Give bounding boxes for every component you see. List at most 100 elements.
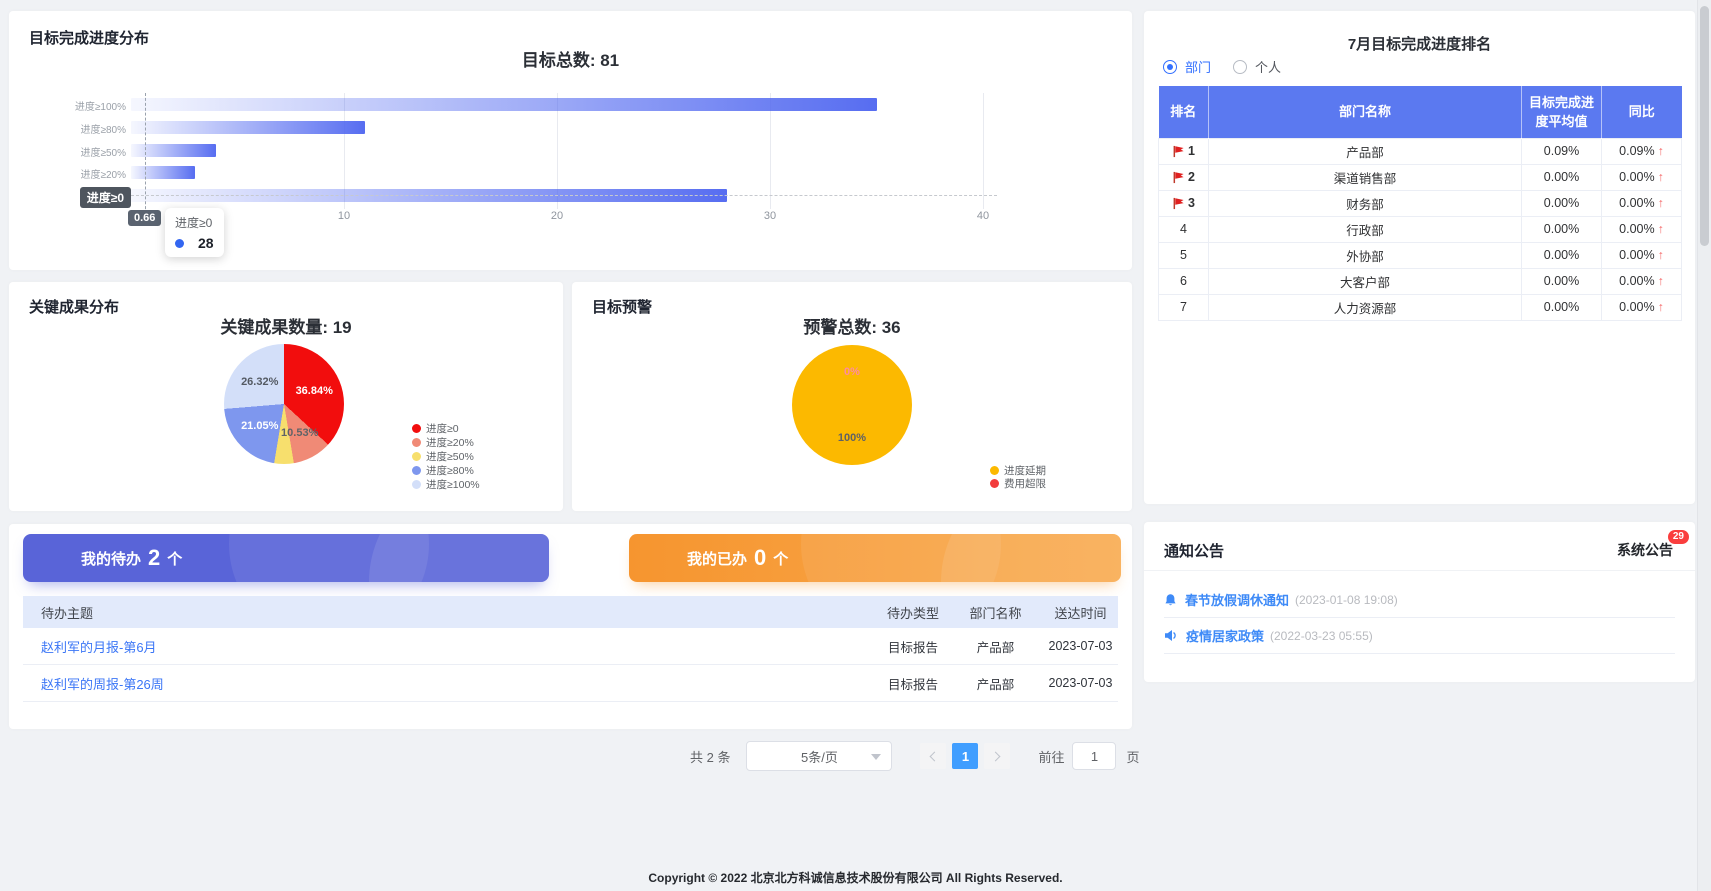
legend-dot-icon [990,466,999,475]
tooltip-value: 28 [198,235,214,251]
page-size-value: 5条/页 [801,747,838,766]
legend-item[interactable]: 进度延期 [990,464,1046,476]
avg-cell: 0.00% [1522,216,1602,242]
goal_warning-pie[interactable] [792,345,912,465]
todo-date: 2023-07-03 [1043,676,1118,690]
todo-subject-link[interactable]: 赵利军的月报-第6月 [23,637,878,656]
col-dept: 部门名称 [948,603,1043,622]
rank-cell: 4 [1159,216,1209,242]
ranking-row: 6大客户部0.00%0.00%↑ [1159,268,1682,294]
ranking-row: 5外协部0.00%0.00%↑ [1159,242,1682,268]
legend-dot-icon [412,466,421,475]
y-axis-label: 进度≥100% [31,98,126,113]
avg-cell: 0.00% [1522,294,1602,320]
bar[interactable] [131,144,216,157]
legend-label: 进度≥80% [426,463,474,478]
scrollbar-thumb[interactable] [1700,6,1709,246]
todo-table-header: 待办主题 待办类型 部门名称 送达时间 [23,596,1118,628]
flag-icon [1172,171,1185,184]
todo-dept: 产品部 [948,674,1043,693]
yoy-cell: 0.00%↑ [1602,216,1682,242]
avg-cell: 0.09% [1522,138,1602,164]
notice-item[interactable]: 疫情居家政策(2022-03-23 05:55) [1164,618,1675,654]
legend-label: 进度≥0 [426,421,459,436]
goal-progress-panel: 目标完成进度分布 目标总数: 81 10203040进度≥100%进度≥80%进… [9,11,1132,270]
copyright-footer: Copyright © 2022 北京北方科诚信息技术股份有限公司 All Ri… [0,869,1711,886]
prev-page-button[interactable] [920,743,946,769]
key-results-pie-chart[interactable]: 36.84% 10.53%21.05% 26.32% 进度≥0进度≥20% 进度≥50%… [9,282,563,511]
scrollbar[interactable] [1697,0,1711,891]
bar[interactable] [131,121,365,134]
y-axis-label: 进度≥80% [31,121,126,136]
axis-pointer-line [145,93,146,219]
notice-link[interactable]: 春节放假调休通知 [1185,590,1289,609]
legend-dot-icon [412,424,421,433]
bar[interactable] [131,98,877,111]
todo-subject-link[interactable]: 赵利军的周报-第26周 [23,674,878,693]
chart-tooltip: 进度≥0 28 [165,208,224,257]
done-label: 我的已办 [687,548,747,569]
legend-item[interactable]: 进度≥50% [412,450,474,462]
trend-up-icon: ↑ [1658,222,1664,236]
legend-item[interactable]: 进度≥0 [412,422,459,434]
ranking-row: 1产品部0.09%0.09%↑ [1159,138,1682,164]
avg-cell: 0.00% [1522,190,1602,216]
yoy-cell: 0.00%↑ [1602,242,1682,268]
todo-row: 赵利军的周报-第26周目标报告产品部2023-07-03 [23,665,1118,702]
ranking-filter-group: 部门 个人 [1163,57,1303,76]
notice-item[interactable]: 春节放假调休通知 (2023-01-08 19:08) [1164,582,1675,618]
legend-dot-icon [990,479,999,488]
ranking-row: 3财务部0.00%0.00%↑ [1159,190,1682,216]
dept-cell: 行政部 [1209,216,1522,242]
radio-label: 部门 [1185,57,1211,76]
ranking-table: 排名 部门名称 目标完成进度平均值 同比 1产品部0.09%0.09%↑2渠道销… [1158,86,1682,321]
yoy-cell: 0.00%↑ [1602,294,1682,320]
unread-count-badge: 29 [1668,530,1689,544]
page-size-select[interactable]: 5条/页 [746,741,892,771]
bell-icon [1164,593,1177,607]
radio-label: 个人 [1255,57,1281,76]
trend-up-icon: ↑ [1658,248,1664,262]
system-announcements-tab[interactable]: 系统公告 29 [1617,540,1673,560]
bar[interactable] [131,166,195,179]
page-1-button[interactable]: 1 [952,743,978,769]
legend-item[interactable]: 进度≥20% [412,436,474,448]
filter-department-radio[interactable]: 部门 [1163,57,1211,76]
pie-slice-label: 21.05% [241,420,278,432]
notice-time: (2023-01-08 19:08) [1295,593,1398,607]
goal-warning-pie-chart[interactable]: 100%0%进度延期费用超限 [572,282,1132,511]
notice-link[interactable]: 疫情居家政策 [1186,626,1264,645]
trend-up-icon: ↑ [1658,274,1664,288]
todo-dept: 产品部 [948,637,1043,656]
todo-row: 赵利军的月报-第6月目标报告产品部2023-07-03 [23,628,1118,665]
trend-up-icon: ↑ [1658,300,1664,314]
my-pending-button[interactable]: 我的待办 2 个 [23,534,549,582]
legend-item[interactable]: 费用超限 [990,478,1046,490]
key_results_distribution-pie[interactable] [224,344,344,464]
x-tick-label: 10 [327,210,361,222]
ranking-row: 4行政部0.00%0.00%↑ [1159,216,1682,242]
rank-cell: 7 [1159,294,1209,320]
chevron-down-icon [871,754,881,760]
tab-label: 系统公告 [1617,542,1673,558]
my-done-button[interactable]: 我的已办 0 个 [629,534,1121,582]
pagination-bar: 共 2 条 5条/页 1 前往 页 [690,741,1140,771]
next-page-button[interactable] [984,743,1010,769]
todo-date: 2023-07-03 [1043,639,1118,653]
page-suffix-label: 页 [1126,747,1139,766]
ranking-header-row: 排名 部门名称 目标完成进度平均值 同比 [1159,86,1682,138]
pie-slice-label: 26.32% [241,376,278,388]
flag-icon [1172,145,1185,158]
pie-slice-label: 10.53% [281,427,318,439]
pie-slice-label: 36.84% [296,385,333,397]
col-avg: 目标完成进度平均值 [1522,86,1602,138]
dept-cell: 人力资源部 [1209,294,1522,320]
yoy-cell: 0.00%↑ [1602,164,1682,190]
legend-item[interactable]: 进度≥80% [412,464,474,476]
filter-personal-radio[interactable]: 个人 [1233,57,1281,76]
goto-page-input[interactable] [1072,742,1116,770]
rank-cell: 5 [1159,242,1209,268]
series-dot-icon [175,239,184,248]
legend-item[interactable]: 进度≥100% [412,478,480,490]
notice-title: 通知公告 [1164,540,1224,561]
